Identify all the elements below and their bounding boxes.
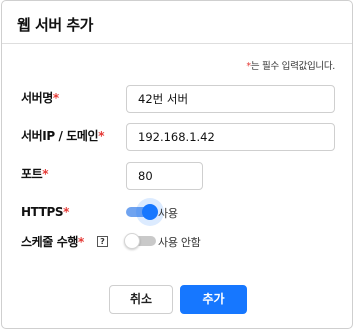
server-ip-label-text: 서버IP / 도메인 (21, 129, 99, 143)
server-name-input[interactable] (126, 85, 335, 113)
server-ip-required-star: * (98, 129, 105, 143)
schedule-toggle-label: 사용 안함 (158, 236, 201, 249)
title-divider (2, 43, 352, 44)
add-button[interactable]: 추가 (180, 285, 247, 314)
dialog-title: 웹 서버 추가 (17, 16, 93, 34)
port-required-star: * (42, 167, 49, 181)
https-toggle[interactable] (126, 204, 158, 220)
server-name-label: 서버명* (21, 89, 59, 106)
https-label-text: HTTPS (21, 205, 64, 219)
https-required-star: * (63, 205, 70, 219)
add-web-server-dialog: 웹 서버 추가 *는 필수 입력값입니다. 서버명* 서버IP / 도메인* 포… (1, 0, 353, 329)
https-toggle-knob (142, 204, 158, 220)
required-note-text: 는 필수 입력값입니다. (250, 61, 335, 72)
https-label: HTTPS* (21, 205, 69, 219)
required-note: *는 필수 입력값입니다. (246, 58, 335, 72)
cancel-button[interactable]: 취소 (109, 285, 173, 314)
server-ip-label: 서버IP / 도메인* (21, 127, 104, 144)
schedule-label-text: 스케줄 수행 (21, 235, 78, 249)
server-name-required-star: * (52, 91, 59, 105)
server-name-label-text: 서버명 (21, 91, 53, 105)
schedule-toggle-knob (124, 233, 140, 249)
port-label: 포트* (21, 165, 49, 182)
port-label-text: 포트 (21, 167, 43, 181)
port-input[interactable] (126, 162, 203, 190)
schedule-toggle[interactable] (124, 233, 156, 249)
https-toggle-label: 사용 (158, 207, 178, 220)
schedule-label: 스케줄 수행* (21, 233, 84, 250)
schedule-required-star: * (77, 235, 84, 249)
server-ip-input[interactable] (126, 123, 335, 151)
help-icon[interactable]: ? (97, 236, 108, 247)
